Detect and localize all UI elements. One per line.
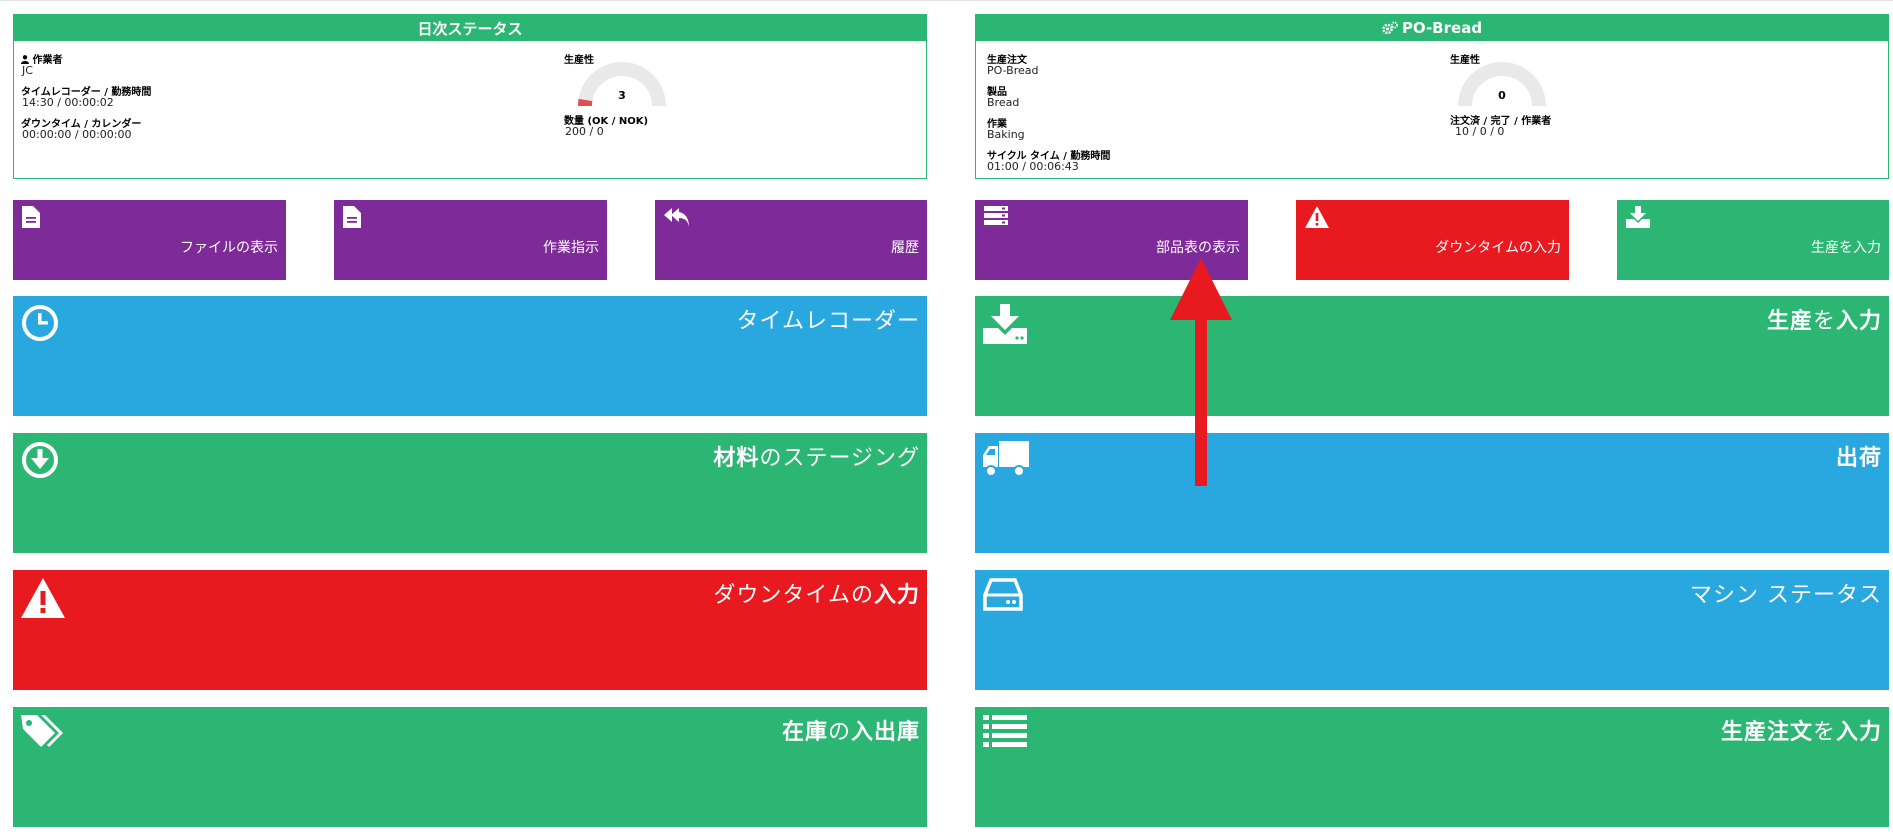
material-staging-label: 材料のステージング bbox=[713, 440, 920, 472]
history-button[interactable]: 履歴 bbox=[655, 200, 927, 280]
show-files-button[interactable]: ファイルの表示 bbox=[13, 200, 286, 280]
downtime-value: 00:00:00 / 00:00:00 bbox=[22, 128, 132, 141]
po-productivity-value: 0 bbox=[1498, 89, 1506, 102]
enter-production-tile[interactable]: 生産を入力 bbox=[975, 296, 1889, 416]
material-staging-label-b: のステージング bbox=[759, 446, 920, 471]
time-recorder-label: タイムレコーダー bbox=[736, 309, 920, 334]
daily-status-title: 日次ステータス bbox=[14, 15, 926, 41]
server-icon bbox=[984, 206, 1008, 225]
user-icon bbox=[21, 55, 29, 64]
hdd-icon bbox=[983, 578, 1023, 611]
material-staging-tile[interactable]: 材料のステージング bbox=[13, 433, 927, 553]
enter-production-label-c: 入力 bbox=[1835, 309, 1882, 334]
truck-icon bbox=[983, 441, 1029, 477]
history-label: 履歴 bbox=[891, 240, 919, 256]
order-entry-label-c: 入力 bbox=[1835, 720, 1882, 745]
order-entry-label-b: を bbox=[1812, 720, 1836, 745]
enter-downtime-label-a: ダウンタイムの bbox=[713, 583, 874, 608]
material-staging-label-a: 材料 bbox=[713, 446, 760, 471]
enter-production-label: 生産を入力 bbox=[1767, 303, 1882, 335]
order-entry-label-a: 生産注文 bbox=[1720, 720, 1813, 745]
enter-production-label-b: を bbox=[1812, 309, 1836, 334]
work-instructions-label: 作業指示 bbox=[543, 240, 599, 256]
inventory-label: 在庫の入出庫 bbox=[782, 714, 920, 746]
po-panel-title: PO-Bread bbox=[1401, 19, 1483, 37]
enter-production-small-label: 生産を入力 bbox=[1811, 240, 1881, 256]
enter-production-small-button[interactable]: 生産を入力 bbox=[1617, 200, 1889, 280]
enter-production-label-a: 生産 bbox=[1766, 309, 1813, 334]
operator-value: JC bbox=[22, 64, 33, 77]
tags-icon bbox=[21, 715, 63, 747]
daily-status-panel: 日次ステータス 作業者 JC タイムレコーダー / 勤務時間 14:30 / 0… bbox=[13, 14, 927, 179]
order-entry-tile[interactable]: 生産注文を入力 bbox=[975, 707, 1889, 827]
download-icon bbox=[1626, 206, 1650, 228]
machine-status-label: マシン ステータス bbox=[1690, 583, 1882, 608]
time-recorder-tile[interactable]: タイムレコーダー bbox=[13, 296, 927, 416]
machine-status-tile[interactable]: マシン ステータス bbox=[975, 570, 1889, 690]
enter-downtime-label: ダウンタイムの入力 bbox=[713, 577, 920, 609]
enter-downtime-label-b: 入力 bbox=[873, 583, 920, 608]
inventory-tile[interactable]: 在庫の入出庫 bbox=[13, 707, 927, 827]
product-value: Bread bbox=[987, 96, 1020, 109]
order-entry-label: 生産注文を入力 bbox=[1721, 714, 1882, 746]
shipping-tile[interactable]: 出荷 bbox=[975, 433, 1889, 553]
warning-icon bbox=[21, 578, 65, 618]
reply-all-icon bbox=[664, 208, 689, 227]
enter-downtime-small-label: ダウンタイムの入力 bbox=[1435, 240, 1561, 256]
inventory-label-b: の bbox=[827, 720, 851, 745]
productivity-gauge bbox=[578, 62, 666, 107]
time-recorder-value: 14:30 / 00:00:02 bbox=[22, 96, 114, 109]
operator-label-text: 作業者 bbox=[32, 55, 63, 66]
file-icon bbox=[22, 206, 40, 228]
clock-icon bbox=[22, 305, 58, 341]
warning-icon bbox=[1305, 206, 1329, 228]
quantity-value: 200 / 0 bbox=[565, 125, 604, 138]
cycle-time-value: 01:00 / 00:06:43 bbox=[987, 160, 1079, 173]
file-icon bbox=[343, 206, 361, 228]
list-icon bbox=[983, 715, 1027, 747]
po-panel-header: PO-Bread bbox=[976, 15, 1888, 41]
enter-downtime-small-button[interactable]: ダウンタイムの入力 bbox=[1296, 200, 1569, 280]
show-files-label: ファイルの表示 bbox=[180, 240, 278, 256]
show-bom-label: 部品表の表示 bbox=[1156, 240, 1240, 256]
top-divider bbox=[0, 0, 1893, 1]
operation-value: Baking bbox=[987, 128, 1025, 141]
enter-downtime-tile[interactable]: ダウンタイムの入力 bbox=[13, 570, 927, 690]
production-order-value: PO-Bread bbox=[987, 64, 1039, 77]
shipping-label-text: 出荷 bbox=[1835, 446, 1882, 471]
order-stats-value: 10 / 0 / 0 bbox=[1455, 125, 1505, 138]
po-panel: PO-Bread 生産注文 PO-Bread 製品 Bread 作業 Bakin… bbox=[975, 14, 1889, 179]
po-productivity-gauge bbox=[1458, 62, 1546, 107]
inventory-label-a: 在庫 bbox=[781, 720, 828, 745]
arrow-circle-down-icon bbox=[22, 442, 58, 478]
cogs-icon bbox=[1382, 21, 1398, 35]
inventory-label-c: 入出庫 bbox=[850, 720, 920, 745]
annotation-arrow bbox=[1170, 258, 1232, 486]
download-icon bbox=[983, 304, 1027, 344]
productivity-value: 3 bbox=[618, 89, 626, 102]
shipping-label: 出荷 bbox=[1836, 440, 1882, 472]
work-instructions-button[interactable]: 作業指示 bbox=[334, 200, 607, 280]
